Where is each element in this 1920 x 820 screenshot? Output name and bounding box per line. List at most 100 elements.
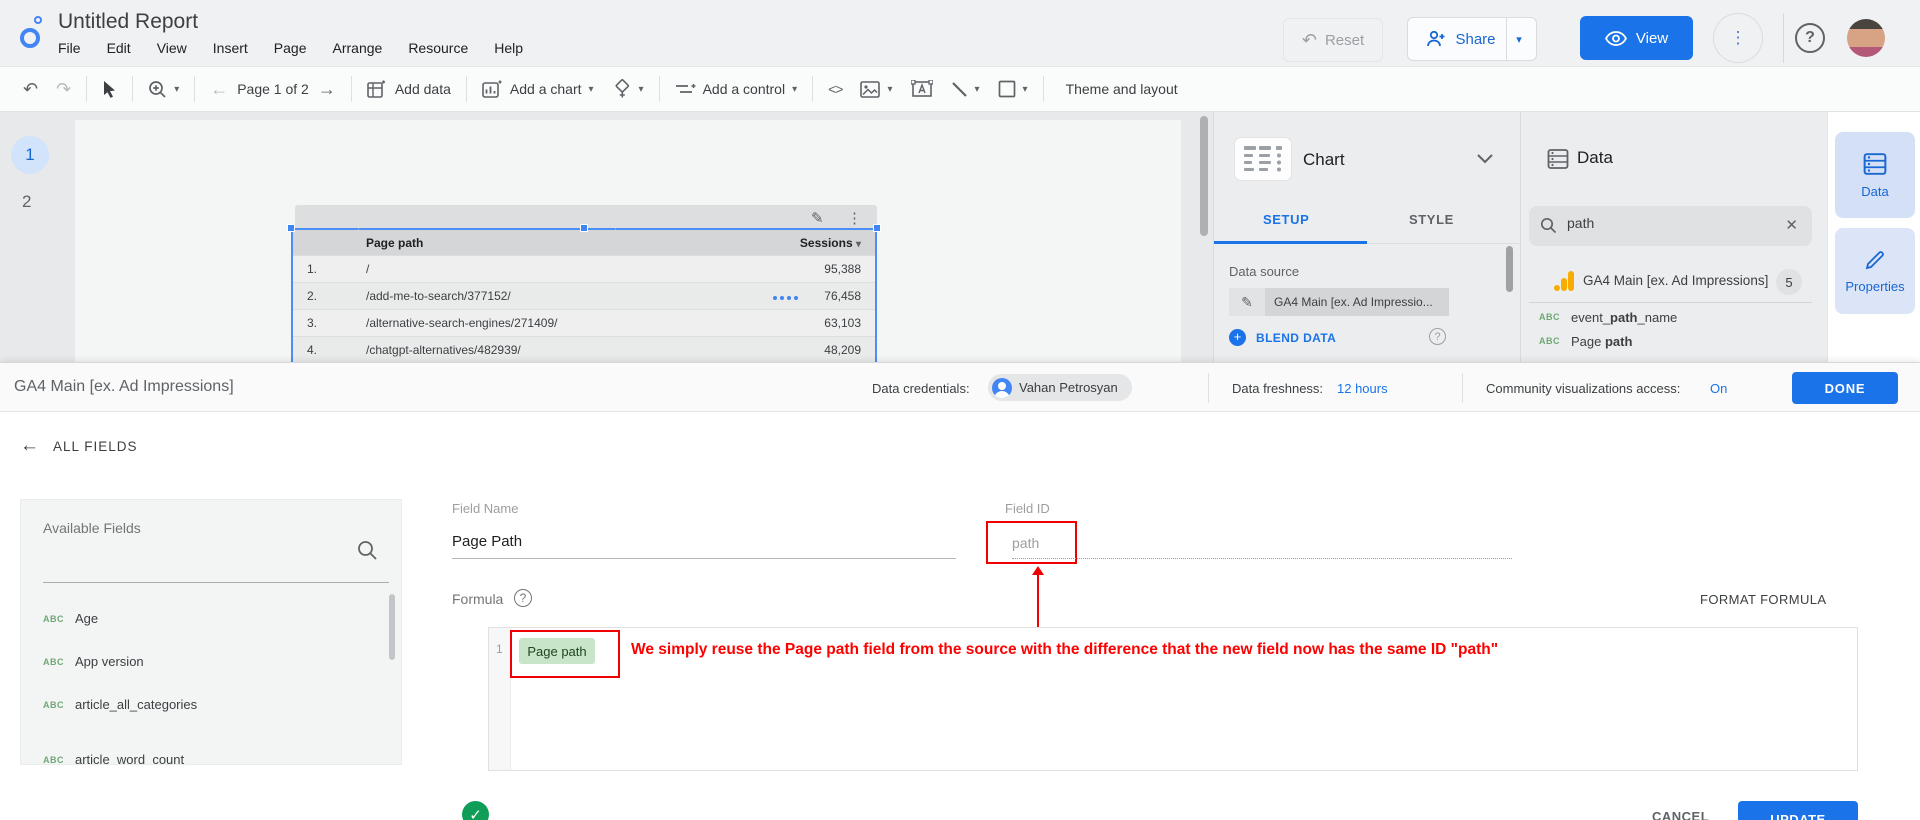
tab-style[interactable]: STYLE	[1409, 212, 1454, 227]
formula-editor[interactable]: 1 Page path We simply reuse the Page pat…	[488, 627, 1858, 771]
share-dropdown-caret[interactable]: ▾	[1505, 18, 1532, 60]
resize-handle[interactable]	[287, 224, 295, 232]
table-row[interactable]: 3./alternative-search-engines/271409/63,…	[293, 309, 875, 336]
blend-data-button[interactable]: + BLEND DATA ?	[1229, 328, 1449, 348]
annotation-text: We simply reuse the Page path field from…	[631, 641, 1499, 658]
menu-arrange[interactable]: Arrange	[333, 40, 383, 62]
embed-url-button[interactable]: <>	[819, 72, 851, 106]
add-chart-icon	[482, 80, 503, 99]
page-nav-item-2[interactable]: 2	[22, 192, 31, 212]
update-button[interactable]: UPDATE	[1738, 801, 1858, 820]
column-header-page-path[interactable]: Page path	[366, 236, 423, 250]
help-circle-icon[interactable]: ?	[514, 589, 532, 607]
more-options-button[interactable]: ⋮	[1713, 13, 1763, 63]
field-id-underline	[1012, 558, 1512, 559]
help-button[interactable]: ?	[1795, 23, 1825, 53]
all-fields-back[interactable]: ← ALL FIELDS	[20, 435, 138, 457]
rail-data-button[interactable]: Data	[1835, 132, 1915, 218]
table-row[interactable]: 4./chatgpt-alternatives/482939/48,209	[293, 336, 875, 362]
user-avatar[interactable]	[1847, 19, 1885, 57]
table-chart-type-icon[interactable]	[1235, 138, 1291, 180]
field-list-item[interactable]: ABC Page path	[1521, 332, 1812, 356]
zoom-tool-button[interactable]: ▾	[139, 72, 188, 106]
report-canvas[interactable]: 1 2 ✎ ⋮ Page path Sessions ▾ 1./95,388 2…	[0, 112, 1213, 362]
format-formula-button[interactable]: FORMAT FORMULA	[1700, 592, 1826, 607]
abc-dimension-icon: ABC	[43, 657, 64, 667]
line-number: 1	[496, 642, 503, 656]
data-source-chip[interactable]: ✎ GA4 Main [ex. Ad Impressio...	[1229, 288, 1449, 316]
tab-setup[interactable]: SETUP	[1263, 212, 1309, 227]
edit-pencil-icon[interactable]: ✎	[811, 209, 824, 227]
active-tab-indicator	[1214, 241, 1367, 244]
redo-button[interactable]: ↷	[47, 72, 80, 106]
menu-view[interactable]: View	[157, 40, 187, 62]
resize-handle[interactable]	[580, 224, 588, 232]
done-button[interactable]: DONE	[1792, 372, 1898, 404]
cancel-button[interactable]: CANCEL	[1652, 809, 1709, 820]
sheet-drag-handle[interactable]	[773, 296, 798, 300]
list-scrollbar[interactable]	[389, 594, 395, 660]
shape-tool-button[interactable]: ▾	[989, 72, 1037, 106]
chevron-down-icon[interactable]	[1477, 154, 1493, 164]
close-icon[interactable]: ✕	[1785, 216, 1798, 234]
theme-and-layout-button[interactable]: Theme and layout	[1066, 81, 1178, 97]
search-icon[interactable]	[357, 540, 378, 561]
insert-image-button[interactable]: ▾	[851, 72, 901, 106]
field-list-item[interactable]: ABC event_path_name	[1521, 308, 1812, 332]
more-vert-icon: ⋮	[1729, 28, 1747, 47]
annotation-red-box-chip	[510, 630, 620, 678]
page-nav-item-1[interactable]: 1	[11, 136, 49, 174]
field-search-input[interactable]	[1565, 214, 1765, 232]
text-box-icon	[910, 80, 933, 98]
sort-desc-icon: ▾	[855, 238, 861, 250]
previous-page-button[interactable]: ←	[201, 72, 237, 106]
edit-pencil-icon[interactable]: ✎	[1229, 288, 1265, 316]
rail-properties-button[interactable]: Properties	[1835, 228, 1915, 314]
available-field-item[interactable]: ABC Age	[21, 606, 401, 636]
reset-button[interactable]: ↶ Reset	[1283, 18, 1383, 62]
text-box-button[interactable]	[902, 72, 942, 106]
field-name-input[interactable]	[452, 525, 956, 559]
panel-scrollbar[interactable]	[1506, 246, 1513, 292]
table-header-row[interactable]: Page path Sessions ▾	[293, 230, 875, 255]
field-search-box[interactable]: ✕	[1529, 206, 1812, 246]
menu-help[interactable]: Help	[494, 40, 523, 62]
menu-resource[interactable]: Resource	[408, 40, 468, 62]
help-circle-icon[interactable]: ?	[1429, 328, 1446, 345]
community-visualizations-button[interactable]: ▾	[603, 72, 653, 106]
menu-page[interactable]: Page	[274, 40, 307, 62]
caret-down-icon: ▾	[638, 83, 644, 95]
select-tool-button[interactable]	[93, 72, 126, 106]
community-access-value[interactable]: On	[1710, 381, 1727, 396]
share-button[interactable]: Share ▾	[1407, 17, 1537, 61]
data-freshness-value[interactable]: 12 hours	[1337, 381, 1388, 396]
line-tool-button[interactable]: ▾	[942, 72, 989, 106]
field-id-input[interactable]	[1012, 529, 1132, 557]
menu-file[interactable]: File	[58, 40, 81, 62]
view-button[interactable]: View	[1580, 16, 1693, 60]
credentials-owner-chip[interactable]: Vahan Petrosyan	[988, 374, 1132, 401]
report-title[interactable]: Untitled Report	[58, 10, 198, 34]
undo-button[interactable]: ↶	[14, 72, 47, 106]
canvas-scrollbar[interactable]	[1200, 116, 1208, 236]
column-header-sessions[interactable]: Sessions ▾	[800, 236, 861, 250]
redo-icon: ↷	[56, 79, 72, 99]
table-row[interactable]: 1./95,388	[293, 255, 875, 282]
menu-insert[interactable]: Insert	[213, 40, 248, 62]
data-source-label: Data source	[1229, 264, 1300, 279]
add-chart-button[interactable]: Add a chart ▾	[473, 72, 603, 106]
abc-dimension-icon: ABC	[43, 614, 64, 624]
divider	[1529, 302, 1812, 303]
menu-edit[interactable]: Edit	[107, 40, 131, 62]
data-source-group[interactable]: GA4 Main [ex. Ad Impressions] 5	[1521, 262, 1812, 302]
add-control-button[interactable]: Add a control ▾	[666, 72, 807, 106]
available-field-item[interactable]: ABC article_all_categories	[21, 692, 401, 722]
resize-handle[interactable]	[873, 224, 881, 232]
more-vert-icon[interactable]: ⋮	[847, 209, 862, 227]
available-field-item[interactable]: ABC App version	[21, 649, 401, 679]
data-panel-icon	[1863, 152, 1887, 176]
add-data-button[interactable]: Add data	[358, 72, 460, 106]
menubar: File Edit View Insert Page Arrange Resou…	[58, 40, 523, 62]
available-field-item[interactable]: ABC article_word_count	[21, 747, 401, 764]
next-page-button[interactable]: →	[309, 72, 345, 106]
